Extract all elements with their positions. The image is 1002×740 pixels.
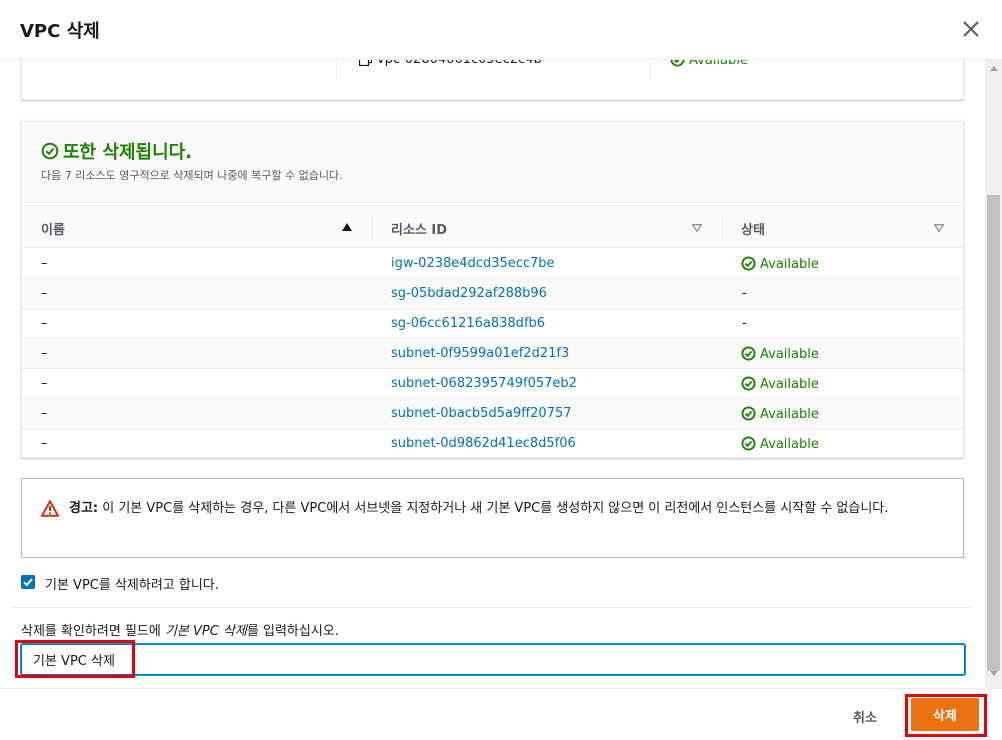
status-ok-icon — [741, 436, 756, 451]
resources-headline: 또한 삭제됩니다. — [63, 142, 193, 163]
table-row: – subnet-0682395749f057eb2 Available — [22, 369, 963, 399]
resource-id-link[interactable]: subnet-0d9862d41ec8d5f06 — [391, 436, 576, 451]
warning-message: 경고: 이 기본 VPC를 삭제하는 경우, 다른 VPC에서 서브넷을 지정하… — [69, 498, 949, 519]
resource-status-text: Available — [760, 437, 819, 452]
modal-title: VPC 삭제 — [20, 21, 100, 42]
modal-header: VPC 삭제 — [0, 0, 1002, 60]
column-divider — [336, 60, 337, 80]
resource-status-text: - — [742, 316, 747, 331]
warning-text: 이 기본 VPC를 삭제하는 경우, 다른 VPC에서 서브넷을 지정하거나 새… — [98, 501, 889, 516]
resource-status-text: Available — [760, 407, 819, 422]
vpc-status: Available — [670, 60, 748, 68]
confirm-delete-input[interactable] — [21, 644, 965, 675]
resource-id-link[interactable]: subnet-0682395749f057eb2 — [391, 376, 577, 391]
table-row: – subnet-0f9599a01ef2d21f3 Available — [22, 339, 963, 369]
delete-button[interactable]: 삭제 — [911, 698, 979, 731]
table-row: – subnet-0bacb5d5a9ff20757 Available — [22, 399, 963, 429]
checkmark-icon — [23, 578, 33, 587]
column-divider — [650, 60, 651, 80]
cancel-button[interactable]: 취소 — [838, 703, 892, 729]
resource-name: – — [41, 436, 48, 451]
sort-descending-icon[interactable] — [692, 224, 702, 232]
status-ok-icon — [741, 256, 756, 271]
resource-name: – — [41, 376, 48, 391]
scrollbar[interactable] — [985, 60, 1002, 688]
column-divider — [722, 217, 723, 239]
column-header-status[interactable]: 상태 — [741, 219, 765, 238]
table-row: – sg-05bdad292af288b96 - — [22, 279, 963, 309]
scroll-up-arrow[interactable] — [990, 66, 998, 71]
resources-description: 다음 7 리소스도 영구적으로 삭제되며 나중에 복구할 수 없습니다. — [41, 169, 343, 182]
resource-id-link[interactable]: igw-0238e4dcd35ecc7be — [391, 256, 555, 271]
resource-name: – — [41, 346, 48, 361]
vpc-status-text: Available — [689, 60, 748, 68]
status-ok-icon — [670, 60, 685, 67]
column-header-resource-id[interactable]: 리소스 ID — [391, 219, 447, 238]
warning-label: 경고: — [69, 501, 99, 516]
resource-status: Available — [741, 376, 819, 392]
column-divider — [372, 217, 373, 239]
warning-icon — [41, 500, 59, 517]
modal-footer: 취소 삭제 — [0, 688, 1002, 740]
resource-id-link[interactable]: sg-05bdad292af288b96 — [391, 286, 547, 301]
confirm-label-suffix: 를 입력하십시오. — [246, 624, 339, 639]
status-ok-icon — [741, 406, 756, 421]
warning-alert: 경고: 이 기본 VPC를 삭제하는 경우, 다른 VPC에서 서브넷을 지정하… — [21, 478, 964, 558]
resource-status-text: - — [742, 286, 747, 301]
resource-name: – — [41, 406, 48, 421]
column-header-name[interactable]: 이름 — [41, 219, 65, 238]
resource-name: – — [41, 256, 48, 271]
section-divider — [12, 607, 974, 608]
table-row: – igw-0238e4dcd35ecc7be Available — [22, 249, 963, 279]
confirm-phrase: 기본 VPC 삭제 — [164, 624, 247, 639]
resource-status: Available — [741, 256, 819, 272]
vpc-name: – — [40, 60, 47, 67]
sort-descending-icon[interactable] — [934, 224, 944, 232]
resource-id-link[interactable]: subnet-0f9599a01ef2d21f3 — [391, 346, 569, 361]
vpc-id: vpc-02804661c05ec2c4b — [377, 60, 542, 67]
vpc-summary-card: – vpc-02804661c05ec2c4b Available — [21, 60, 964, 100]
table-header: 이름 리소스 ID 상태 — [22, 207, 963, 248]
status-ok-icon — [741, 376, 756, 391]
resources-header: 또한 삭제됩니다. 다음 7 리소스도 영구적으로 삭제되며 나중에 복구할 수… — [22, 122, 963, 206]
copy-icon[interactable] — [359, 60, 372, 66]
resource-name: – — [41, 286, 48, 301]
sort-ascending-icon[interactable] — [342, 223, 352, 231]
scrollbar-thumb[interactable] — [987, 195, 1000, 671]
table-row: – sg-06cc61216a838dfb6 - — [22, 309, 963, 339]
acknowledge-checkbox[interactable] — [21, 575, 35, 589]
status-ok-icon — [41, 142, 59, 160]
confirm-label-prefix: 삭제를 확인하려면 필드에 — [21, 624, 165, 639]
resource-status: Available — [741, 406, 819, 422]
scroll-down-arrow[interactable] — [990, 671, 998, 676]
resource-status: Available — [741, 436, 819, 452]
resource-id-link[interactable]: sg-06cc61216a838dfb6 — [391, 316, 545, 331]
resource-status: Available — [741, 346, 819, 362]
resource-status-text: Available — [760, 347, 819, 362]
modal-body: – vpc-02804661c05ec2c4b Available 또한 삭제됩… — [0, 60, 1002, 688]
resource-status-text: Available — [760, 377, 819, 392]
table-row: – subnet-0d9862d41ec8d5f06 Available — [22, 429, 963, 459]
resource-id-link[interactable]: subnet-0bacb5d5a9ff20757 — [391, 406, 572, 421]
status-ok-icon — [741, 346, 756, 361]
resources-to-delete-card: 또한 삭제됩니다. 다음 7 리소스도 영구적으로 삭제되며 나중에 복구할 수… — [21, 121, 964, 458]
close-icon[interactable] — [960, 18, 982, 40]
confirm-instruction: 삭제를 확인하려면 필드에 기본 VPC 삭제를 입력하십시오. — [21, 620, 339, 639]
resource-status-text: Available — [760, 257, 819, 272]
acknowledge-label[interactable]: 기본 VPC를 삭제하려고 합니다. — [45, 574, 219, 593]
resource-name: – — [41, 316, 48, 331]
